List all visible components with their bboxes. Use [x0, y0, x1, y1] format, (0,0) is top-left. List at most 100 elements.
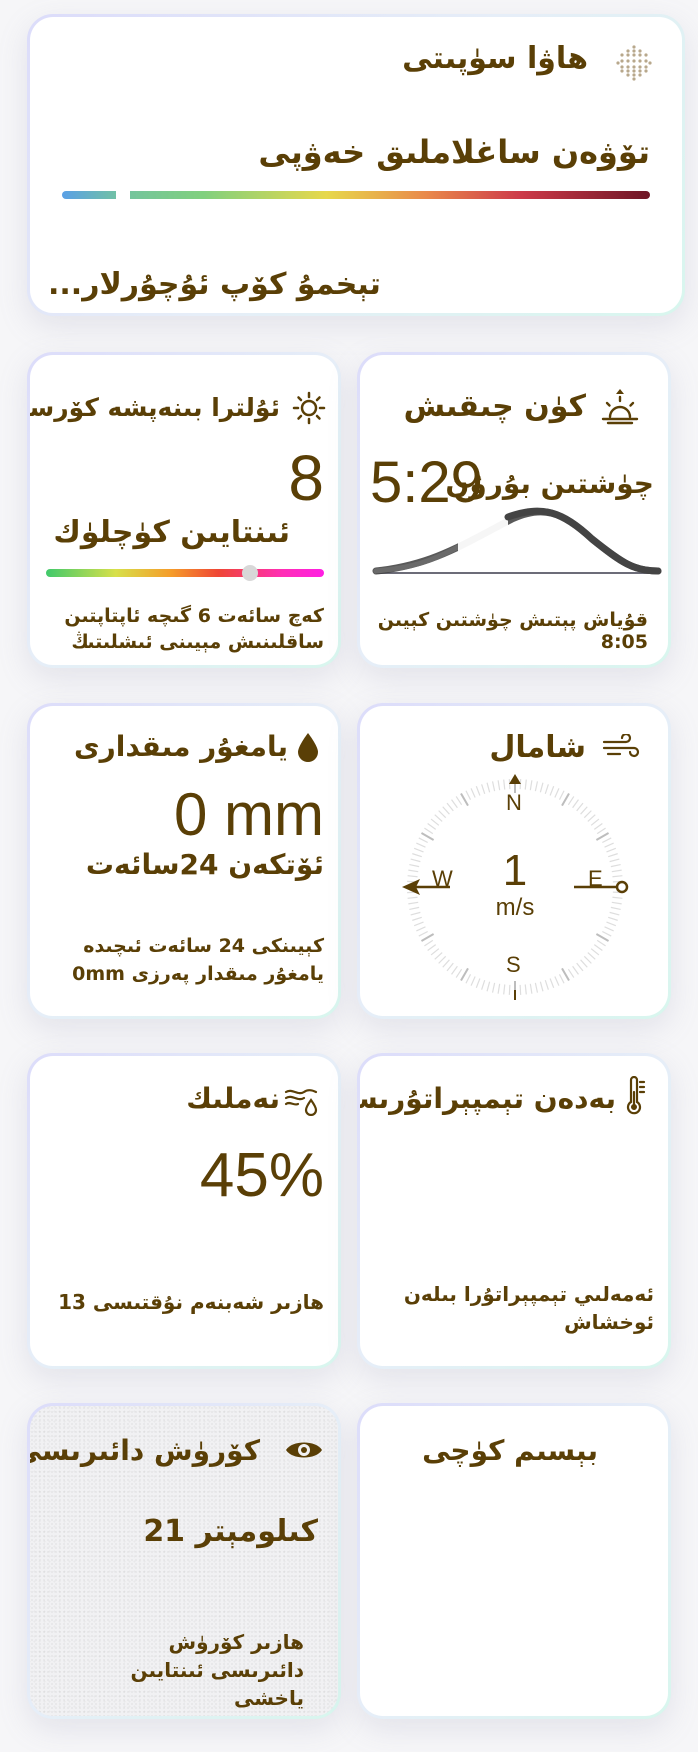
compass-tick: [611, 901, 622, 905]
compass-tick: [491, 982, 496, 993]
sunrise-card[interactable]: كۈن چىقىش 5:29 چۈشتىن بۇرۇن قۇياش پېتىش …: [357, 352, 671, 668]
grid-dot: [632, 59, 636, 63]
compass-tick: [460, 967, 469, 982]
air-quality-title: هاۋا سۈپىتى: [402, 41, 588, 76]
compass-tick: [612, 875, 623, 878]
compass-tick: [446, 802, 454, 812]
compass-tick: [572, 965, 579, 975]
eye-icon: [286, 1442, 322, 1458]
compass-tick: [420, 933, 435, 942]
compass-tick: [412, 916, 422, 921]
compass-tick: [544, 784, 549, 794]
sun-icon: [292, 391, 326, 425]
compass-tick: [410, 858, 421, 863]
grid-dot: [644, 53, 648, 57]
compass-tick: [608, 916, 618, 921]
compass-tick: [438, 810, 447, 819]
compass-tick: [486, 782, 491, 793]
compass-tick: [481, 784, 486, 794]
humidity-icon: [284, 1089, 318, 1116]
thermometer-icon: [626, 1076, 646, 1115]
dots-grid-icon: [616, 45, 652, 81]
compass-tick: [497, 780, 501, 791]
compass-tick: [593, 823, 603, 830]
compass-tick: [595, 933, 610, 942]
visibility-card[interactable]: كۆرۈش دائىرىسى 21 كىلومېتر ھازىر كۆرۈش د…: [27, 1403, 341, 1719]
sunrise-icon: [601, 389, 639, 425]
compass-tick: [424, 827, 434, 835]
compass-tick: [442, 959, 450, 968]
grid-dot: [638, 73, 642, 77]
compass-tick: [451, 799, 458, 809]
dew-point-note: ھازىر شەبنەم نۇقتىسى 13: [58, 1290, 324, 1314]
compass-north: N: [506, 790, 522, 815]
uv-indicator: [242, 565, 258, 581]
precipitation-period: ئۆتكەن 24سائەت: [85, 848, 324, 881]
wind-speed-value: 1: [502, 846, 528, 895]
compass-tick: [420, 832, 435, 841]
more-info-link[interactable]: تېخمۇ كۆپ ئۇچۇرلار...: [48, 267, 381, 302]
compass-tick: [407, 875, 418, 878]
compass-tick: [416, 842, 426, 848]
precipitation-card[interactable]: يامغۇر مىقدارى 0 mm ئۆتكەن 24سائەت كېيىن…: [27, 703, 341, 1019]
precipitation-value: 0 mm: [174, 781, 324, 848]
compass-tick: [503, 779, 506, 790]
compass-tick: [610, 906, 621, 911]
compass-tick: [430, 818, 440, 826]
compass-tick: [427, 944, 437, 951]
compass-tick: [596, 939, 606, 947]
grid-dot: [620, 53, 624, 57]
compass-tick: [544, 980, 549, 990]
compass-east: E: [588, 866, 603, 891]
compass-tick: [427, 823, 437, 830]
compass-tick: [534, 982, 539, 993]
sun-path-curve: [372, 505, 662, 575]
compass-tick: [486, 981, 491, 992]
grid-dot: [626, 73, 630, 77]
compass-tick: [465, 790, 472, 800]
compass-tick: [593, 944, 603, 951]
compass-tick: [561, 967, 570, 982]
pressure-card[interactable]: بېسىم كۈچى: [357, 1403, 671, 1719]
feels-like-note: ئەمەلىي تېمپېراتۇرا بىلەن ئوخشاش: [403, 1282, 654, 1334]
compass-tick: [409, 863, 420, 868]
compass-tick: [567, 968, 575, 978]
visibility-title: كۆرۈش دائىرىسى: [27, 1434, 260, 1467]
compass-tick: [590, 948, 600, 956]
compass-tick: [554, 976, 560, 986]
compass-tick: [407, 896, 418, 899]
uv-title: ئۇلترا بىنەپشە كۆرسەتكۈچ: [29, 393, 280, 422]
compass-tick: [580, 959, 588, 968]
compass-tick: [558, 790, 565, 800]
compass-tick: [434, 814, 443, 822]
grid-dot: [620, 59, 624, 63]
uv-index-card[interactable]: ئۇلترا بىنەپشە كۆرسەتكۈچ 8 ئىنتايىن كۈچل…: [27, 352, 341, 668]
compass-tick: [524, 984, 527, 995]
compass-tick: [606, 847, 617, 853]
grid-dot: [638, 53, 642, 57]
grid-dot: [638, 69, 642, 73]
grid-dot: [616, 61, 620, 65]
compass-tick: [408, 869, 419, 873]
compass-tick: [519, 984, 522, 995]
grid-dot: [626, 49, 630, 53]
feels-like-card[interactable]: بەدەن تېمپېراتۇرىسى ئەمەلىي تېمپېراتۇرا …: [357, 1053, 671, 1369]
aqi-gradient-bar: [62, 191, 650, 199]
compass-tick: [524, 779, 527, 790]
wind-card[interactable]: شامال N S E W 1 m/s: [357, 703, 671, 1019]
feels-like-title: بەدەن تېمپېراتۇرىسى: [360, 1082, 616, 1115]
air-quality-card[interactable]: هاۋا سۈپىتى تۆۋەن ساغلاملىق خەۋپى تېخمۇ …: [27, 14, 685, 316]
humidity-card[interactable]: نەملىك 45% ھازىر شەبنەم نۇقتىسى 13: [27, 1053, 341, 1369]
uv-level: ئىنتايىن كۈچلۈك: [53, 515, 290, 550]
compass-tick: [412, 853, 422, 858]
grid-dot: [626, 65, 630, 69]
compass-tick: [549, 785, 555, 796]
grid-dot: [632, 77, 636, 81]
grid-dot: [644, 69, 648, 73]
compass-tick: [587, 952, 596, 960]
uv-value: 8: [288, 442, 324, 514]
grid-dot: [648, 61, 652, 65]
grid-dot: [638, 65, 642, 69]
compass-tick: [503, 984, 506, 995]
compass-tick: [596, 827, 606, 835]
